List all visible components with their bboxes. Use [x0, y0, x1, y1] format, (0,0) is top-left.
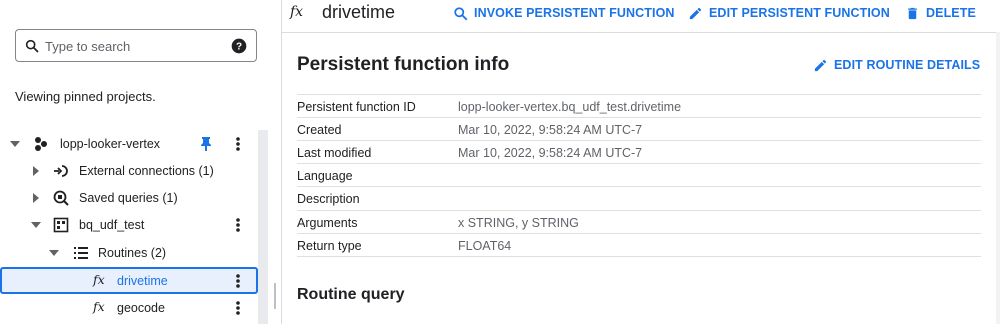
info-row: Return type FLOAT64 — [297, 233, 981, 256]
info-key: Created — [297, 123, 342, 137]
info-row: Created Mar 10, 2022, 9:58:24 AM UTC-7 — [297, 117, 981, 140]
help-icon[interactable]: ? — [231, 38, 247, 54]
caret-down-icon[interactable] — [9, 138, 21, 150]
delete-label: DELETE — [926, 6, 976, 20]
pencil-icon — [814, 59, 827, 71]
panel-divider — [281, 0, 282, 324]
tree-item-label: External connections (1) — [79, 164, 214, 178]
svg-text:?: ? — [236, 41, 242, 52]
tree-item-routines[interactable]: Routines (2) — [0, 240, 258, 266]
explorer-panel: Type to search ? Viewing pinned projects… — [0, 0, 272, 324]
info-key: Last modified — [297, 146, 372, 160]
info-row: Language — [297, 163, 981, 186]
tree-item-geocode[interactable]: fx geocode — [0, 295, 258, 321]
tree-item-project[interactable]: lopp-looker-vertex — [0, 131, 258, 157]
function-icon: fx — [93, 299, 105, 314]
info-row: Description — [297, 186, 981, 209]
info-key: Description — [297, 192, 360, 206]
tree-item-external-connections[interactable]: External connections (1) — [0, 158, 258, 184]
panel-resize-handle[interactable] — [274, 283, 276, 309]
section-title: Persistent function info — [297, 54, 510, 75]
search-icon — [25, 39, 39, 53]
info-key: Language — [297, 169, 353, 183]
edit-routine-details-button[interactable]: EDIT ROUTINE DETAILS — [813, 56, 980, 74]
info-row: Arguments x STRING, y STRING — [297, 210, 981, 233]
edit-routine-details-label: EDIT ROUTINE DETAILS — [834, 58, 981, 72]
edit-function-button[interactable]: EDIT PERSISTENT FUNCTION — [688, 3, 890, 23]
pin-icon[interactable] — [198, 136, 214, 152]
invoke-function-label: INVOKE PERSISTENT FUNCTION — [474, 6, 675, 20]
saved-query-icon — [53, 190, 69, 206]
search-input[interactable]: Type to search ? — [15, 29, 257, 62]
external-connection-icon — [54, 165, 68, 177]
caret-down-icon[interactable] — [30, 219, 42, 231]
routine-title: drivetime — [322, 2, 396, 22]
details-scrollbar[interactable] — [996, 32, 1000, 324]
more-vert-icon[interactable] — [231, 136, 245, 152]
info-value: FLOAT64 — [458, 239, 512, 253]
edit-function-label: EDIT PERSISTENT FUNCTION — [709, 6, 890, 20]
info-key: Return type — [297, 239, 362, 253]
tree-item-label: Routines (2) — [98, 246, 167, 260]
delete-button[interactable]: DELETE — [905, 3, 976, 23]
tree-item-dataset[interactable]: bq_udf_test — [0, 212, 258, 238]
info-table-bottom-border — [297, 256, 981, 257]
tree-item-label: geocode — [117, 301, 165, 315]
info-key: Arguments — [297, 216, 358, 230]
project-icon — [35, 137, 47, 151]
more-vert-icon[interactable] — [231, 273, 245, 289]
function-icon: fx — [290, 4, 304, 20]
invoke-function-button[interactable]: INVOKE PERSISTENT FUNCTION — [453, 3, 675, 23]
info-key: Persistent function ID — [297, 100, 416, 114]
tree-item-saved-queries[interactable]: Saved queries (1) — [0, 185, 258, 211]
trash-icon — [908, 7, 917, 19]
routine-query-title: Routine query — [297, 286, 405, 303]
info-row: Last modified Mar 10, 2022, 9:58:24 AM U… — [297, 140, 981, 163]
info-value: lopp-looker-vertex.bq_udf_test.drivetime — [458, 100, 682, 114]
more-vert-icon[interactable] — [231, 217, 245, 233]
search-icon — [454, 6, 468, 20]
info-row: Persistent function ID lopp-looker-verte… — [297, 94, 981, 117]
tree-item-drivetime[interactable]: fx drivetime — [0, 267, 258, 294]
toolbar-divider — [282, 32, 1000, 33]
routine-toolbar: fx drivetime INVOKE PERSISTENT FUNCTION … — [282, 0, 1000, 32]
bigquery-app: Type to search ? Viewing pinned projects… — [0, 0, 1000, 324]
function-icon: fx — [93, 272, 105, 287]
explorer-scrollbar[interactable] — [258, 130, 268, 324]
tree-item-label: Saved queries (1) — [79, 191, 178, 205]
caret-right-icon[interactable] — [30, 192, 42, 204]
caret-down-icon[interactable] — [48, 247, 60, 259]
caret-right-icon[interactable] — [30, 165, 42, 177]
tree-item-label: lopp-looker-vertex — [60, 137, 161, 151]
pencil-icon — [689, 7, 702, 19]
routines-icon — [74, 247, 88, 259]
more-vert-icon[interactable] — [231, 300, 245, 316]
dataset-icon — [53, 217, 69, 233]
tree-item-label: drivetime — [117, 274, 168, 288]
info-value: Mar 10, 2022, 9:58:24 AM UTC-7 — [458, 123, 643, 137]
info-value: Mar 10, 2022, 9:58:24 AM UTC-7 — [458, 146, 643, 160]
pinned-projects-text: Viewing pinned projects. — [15, 89, 156, 104]
tree-item-label: bq_udf_test — [79, 218, 145, 232]
info-value: x STRING, y STRING — [458, 216, 579, 230]
search-placeholder: Type to search — [45, 39, 131, 54]
